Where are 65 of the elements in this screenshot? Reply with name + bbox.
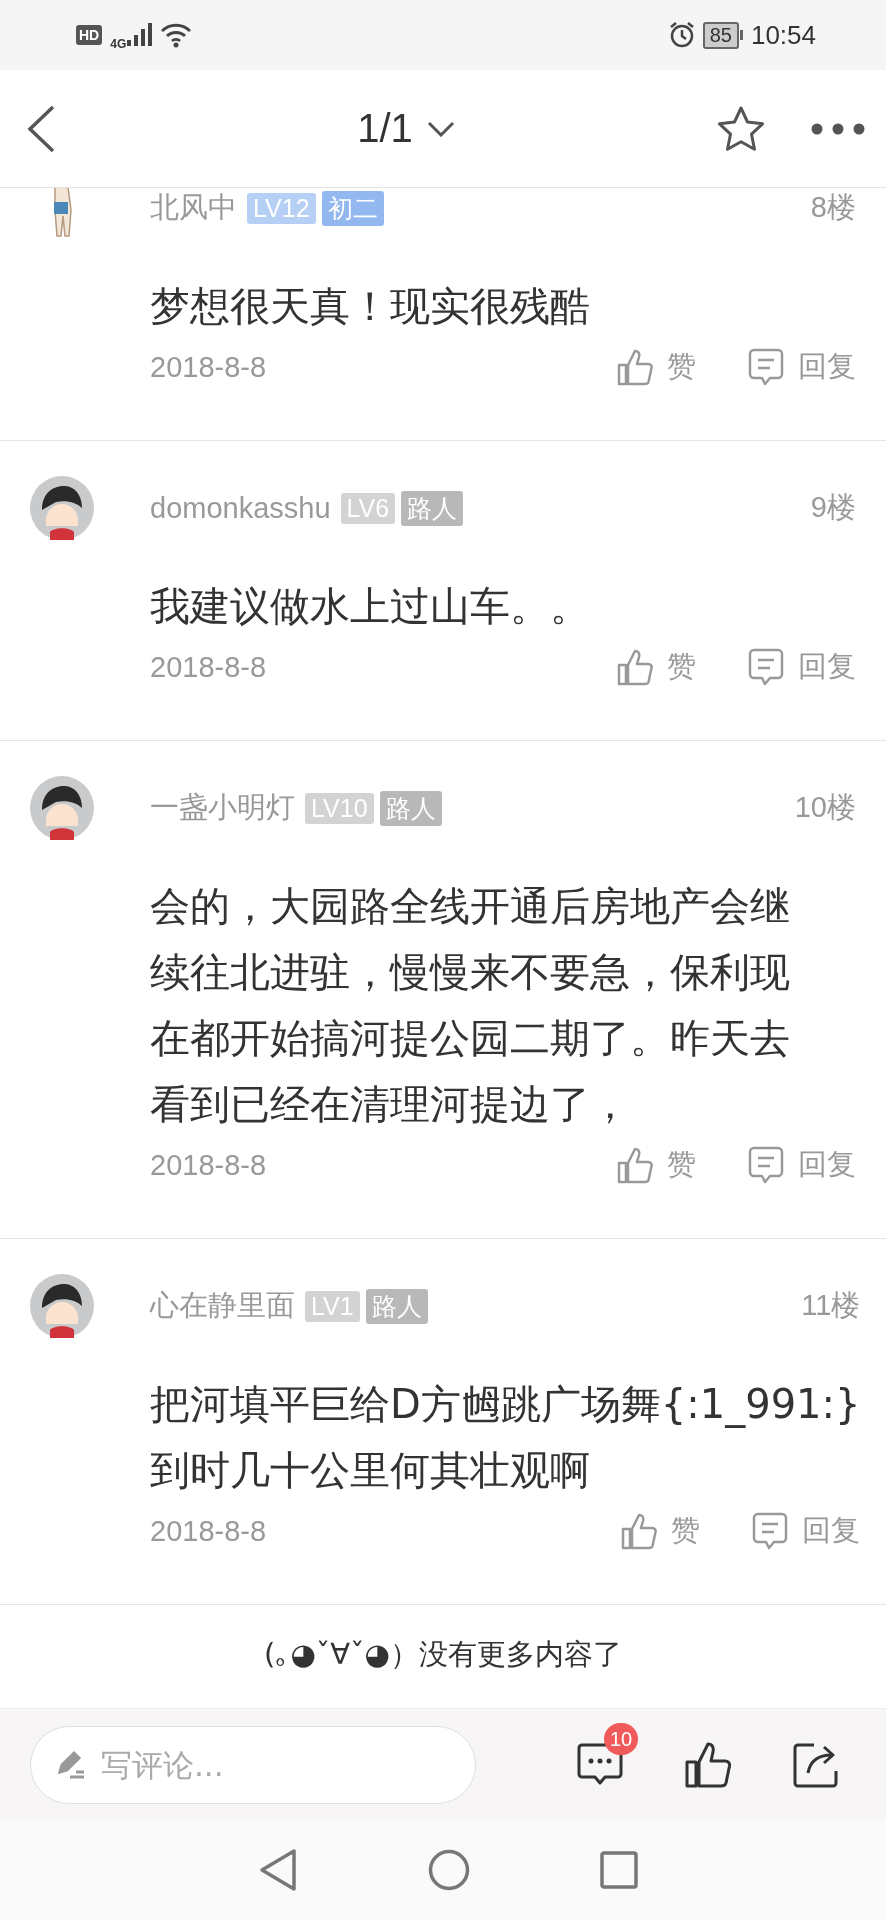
reply-button[interactable]: 回复 (748, 347, 856, 387)
star-icon[interactable] (716, 104, 766, 153)
comment-text-line: 会的，大园路全线开通后房地产会继 (150, 882, 791, 931)
end-of-list-message: (｡◕ˇ∀ˇ◕）没有更多内容了 (264, 1636, 622, 1673)
page-selector[interactable]: 1/1 (357, 106, 455, 151)
user-badge: 初二 (321, 190, 384, 226)
user-badge: 路人 (365, 1288, 428, 1324)
reply-button[interactable]: 回复 (748, 647, 856, 687)
comment-text-line: 把河填平巨给D方乸跳广场舞{:1_991:} (150, 1380, 861, 1430)
chevron-down-icon (426, 120, 455, 137)
thumbs-up-icon (617, 1146, 653, 1184)
comment-text-line: 在都开始搞河提公园二期了。昨天去 (150, 1014, 791, 1063)
chat-icon (748, 1146, 784, 1184)
recents-nav-icon[interactable] (600, 1851, 638, 1889)
floor-number: 10楼 (794, 790, 856, 825)
like-button[interactable]: 赞 (617, 1145, 696, 1185)
battery-level: 85 (702, 21, 739, 49)
thumbs-up-icon (617, 348, 653, 386)
signal-icon (126, 23, 153, 47)
floor-number: 11楼 (801, 1288, 861, 1323)
like-button[interactable]: 赞 (617, 647, 696, 687)
comment-count-badge: 10 (604, 1722, 639, 1755)
comment-date: 2018-8-8 (150, 1514, 267, 1548)
pencil-icon (56, 1749, 86, 1780)
home-nav-icon[interactable] (428, 1849, 470, 1891)
like-icon[interactable] (684, 1740, 732, 1789)
comment-text-line: 我建议做水上过山车。。 (150, 582, 591, 631)
chat-icon (752, 1512, 789, 1550)
back-nav-icon[interactable] (258, 1848, 298, 1892)
reply-button[interactable]: 回复 (752, 1511, 861, 1551)
avatar (30, 776, 94, 840)
comment-text-line: 到时几十公里何其壮观啊 (150, 1446, 591, 1495)
comment-text-line: 梦想很天真！现实很残酷 (150, 282, 591, 331)
like-button[interactable]: 赞 (621, 1511, 701, 1551)
user-badge: 路人 (401, 490, 464, 526)
username[interactable]: 北风中 (150, 188, 237, 228)
user-badge: 路人 (379, 790, 442, 826)
comment-text-line: 看到已经在清理河提边了， (150, 1080, 631, 1129)
alarm-icon (668, 22, 695, 48)
network-type: 4G (110, 37, 127, 51)
username[interactable]: 心在静里面 (150, 1286, 295, 1326)
username[interactable]: domonkasshu (150, 491, 331, 525)
floor-number: 8楼 (810, 190, 856, 225)
more-icon[interactable] (810, 121, 866, 136)
comment-text-line: 续往北进驻，慢慢来不要急，保利现 (150, 948, 791, 997)
reply-button[interactable]: 回复 (748, 1145, 856, 1185)
avatar-drawing (51, 188, 73, 238)
user-badge: LV12 (247, 192, 316, 224)
thumbs-up-icon (621, 1512, 658, 1550)
chat-icon (748, 648, 784, 686)
comment-date: 2018-8-8 (150, 650, 267, 684)
avatar (30, 1274, 94, 1338)
username[interactable]: 一盏小明灯 (150, 788, 295, 828)
avatar (30, 476, 94, 540)
thumbs-up-icon (617, 648, 653, 686)
like-button[interactable]: 赞 (617, 347, 696, 387)
hd-icon: HD (76, 25, 103, 45)
floor-number: 9楼 (810, 490, 856, 525)
wifi-icon (160, 22, 193, 48)
comment-input-field[interactable]: 写评论... (30, 1725, 476, 1804)
comment-date: 2018-8-8 (150, 350, 267, 384)
comment-date: 2018-8-8 (150, 1148, 267, 1182)
clock-time: 10:54 (750, 19, 816, 51)
chat-icon (748, 348, 784, 386)
back-icon[interactable] (26, 104, 56, 153)
